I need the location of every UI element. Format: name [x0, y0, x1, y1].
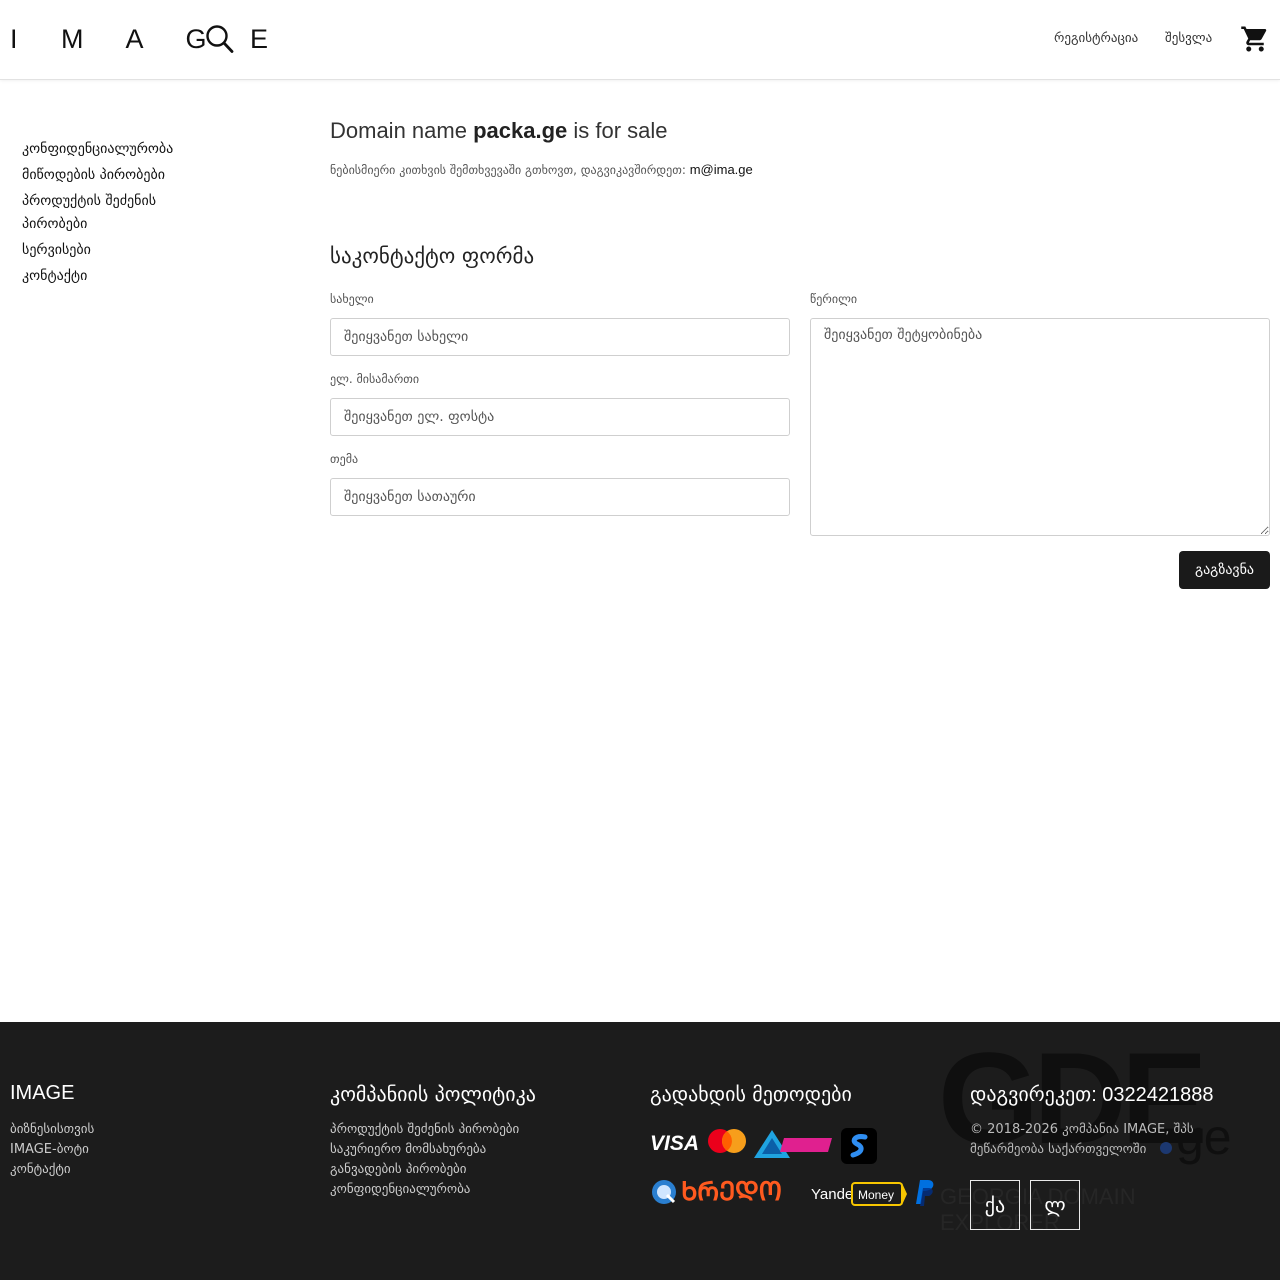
footer-link-installment[interactable]: განვადების პირობები [330, 1160, 536, 1180]
name-label: სახელი [330, 292, 374, 306]
footer-heading-image: IMAGE [10, 1082, 75, 1104]
sidebar-item-purchase-terms[interactable]: პროდუქტის შეძენის პირობები [22, 190, 222, 236]
footer-col-contact: დაგვირეკეთ: 0322421888 © 2018-2026 კომპა… [970, 1082, 1270, 1160]
contact-form-title: საკონტაქტო ფორმა [330, 244, 535, 268]
mastercard-logo-icon [706, 1128, 748, 1162]
footer-link-image-bot[interactable]: IMAGE-ბოტი [10, 1140, 94, 1160]
email-label: ელ. მისამართი [330, 372, 420, 386]
visa-logo-text: VISA [650, 1132, 699, 1154]
visa-logo-icon: VISA [650, 1132, 700, 1158]
qiwi-logo-icon [650, 1178, 678, 1210]
top-header: I M A G E რეგისტრაცია შესვლა [0, 0, 1280, 80]
kredo-logo-icon: ᲮᲠᲔᲓᲝ [681, 1176, 805, 1210]
title-suffix: is for sale [567, 118, 668, 143]
kredo-logo-text: ᲮᲠᲔᲓᲝ [681, 1177, 782, 1206]
sidebar-nav: კონფიდენციალურობა მიწოდების პირობები პრო… [22, 138, 222, 291]
footer-link-privacy[interactable]: კონფიდენციალურობა [330, 1180, 536, 1200]
footer-link-business[interactable]: ბიზნესისთვის [10, 1120, 94, 1140]
main-content: Domain name packa.ge is for sale ნებისმი… [330, 118, 1270, 589]
footer-link-contact[interactable]: კონტაქტი [10, 1160, 94, 1180]
register-link[interactable]: რეგისტრაცია [1054, 31, 1138, 46]
money-logo-text: Money [858, 1188, 894, 1202]
lang-button-ka[interactable]: ქა [970, 1180, 1020, 1230]
page-title: Domain name packa.ge is for sale [330, 118, 1270, 144]
yandex-money-logo-icon: Yandex Money [811, 1182, 907, 1212]
subject-label: თემა [330, 452, 359, 466]
subject-input[interactable] [330, 478, 790, 516]
title-prefix: Domain name [330, 118, 474, 143]
message-textarea[interactable] [810, 318, 1270, 536]
email-input[interactable] [330, 398, 790, 436]
search-icon[interactable] [204, 24, 236, 56]
footer-phone[interactable]: დაგვირეკეთ: 0322421888 [970, 1082, 1270, 1106]
login-link[interactable]: შესვლა [1165, 31, 1212, 46]
footer-col-image: IMAGE ბიზნესისთვის IMAGE-ბოტი კონტაქტი [10, 1082, 94, 1180]
send-button[interactable]: გაგზავნა [1179, 551, 1270, 589]
domain-name: packa.ge [473, 118, 568, 143]
footer-link-purchase-terms[interactable]: პროდუქტის შეძენის პირობები [330, 1120, 536, 1140]
footer-heading-payment: გადახდის მეთოდები [650, 1082, 852, 1106]
contact-email[interactable]: m@ima.ge [690, 162, 753, 177]
site-footer: GDE ge GEORGIA DOMAIN EXPLORER IMAGE ბიზ… [0, 1022, 1280, 1280]
footer-col-payment: გადახდის მეთოდები VISA ᲮᲠᲔᲓᲝ Yandex Mone… [650, 1082, 950, 1252]
footer-heading-policy: კომპანიის პოლიტიკა [330, 1082, 536, 1106]
cart-icon[interactable] [1240, 24, 1270, 54]
name-input[interactable] [330, 318, 790, 356]
footer-col-policy: კომპანიის პოლიტიკა პროდუქტის შეძენის პირ… [330, 1082, 536, 1200]
sidebar-item-delivery-terms[interactable]: მიწოდების პირობები [22, 164, 222, 187]
paypal-logo-icon [912, 1178, 936, 1210]
sidebar-item-contact[interactable]: კონტაქტი [22, 265, 222, 288]
footer-copyright: © 2018-2026 კომპანია IMAGE, შპს მეწარმეო… [970, 1122, 1194, 1157]
lang-button-second[interactable]: ლ [1030, 1180, 1080, 1230]
inquiry-message: ნებისმიერი კითხვის შემთხვევაში გთხოვთ, დ… [330, 163, 686, 177]
payze-logo-icon [841, 1128, 877, 1168]
tbc-pay-logo-icon [754, 1128, 834, 1164]
site-logo[interactable]: I M A G E [10, 24, 286, 55]
footer-link-courier[interactable]: საკურიერო მომსახურება [330, 1140, 536, 1160]
message-label: წერილი [810, 292, 858, 306]
sidebar-item-privacy[interactable]: კონფიდენციალურობა [22, 138, 222, 161]
sidebar-item-services[interactable]: სერვისები [22, 239, 222, 262]
inquiry-text: ნებისმიერი კითხვის შემთხვევაში გთხოვთ, დ… [330, 162, 1270, 177]
